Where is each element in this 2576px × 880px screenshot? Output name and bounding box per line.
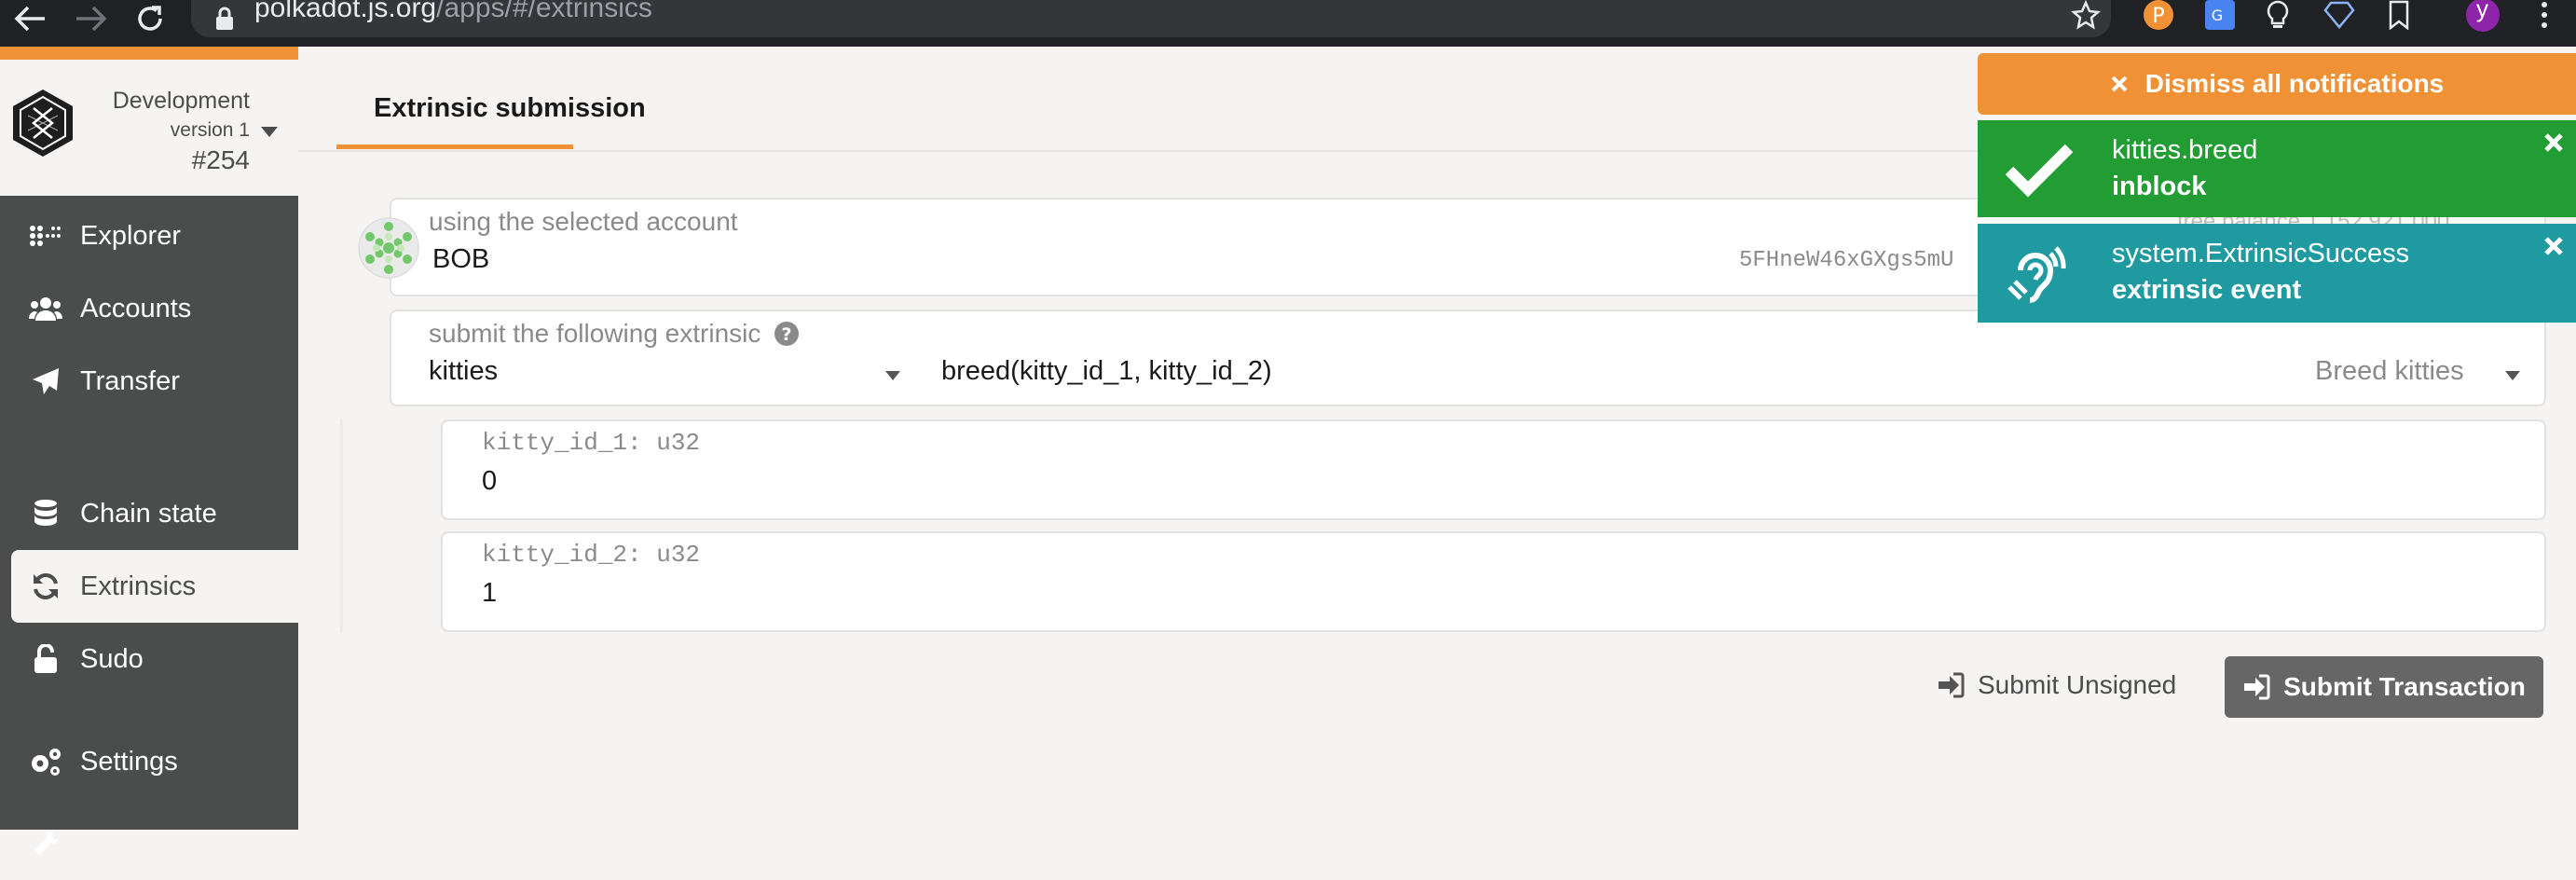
notification-status: extrinsic event: [2112, 275, 2302, 305]
chevron-down-icon: [2505, 371, 2520, 380]
sidebar-item-label: Explorer: [80, 220, 181, 251]
profile-initial: y: [2476, 0, 2488, 22]
notification-extrinsic-success: system.ExtrinsicSuccess extrinsic event: [1978, 224, 2576, 323]
cogs-icon: [26, 742, 65, 781]
sidebar-item-sudo[interactable]: Sudo: [11, 623, 298, 695]
sidebar-item-label: Settings: [80, 746, 178, 777]
svg-text:P: P: [2152, 5, 2164, 28]
param-kitty-id-1[interactable]: kitty_id_1: u32 0: [441, 419, 2546, 520]
polkadot-logo-icon: [7, 88, 80, 160]
sidebar-item-accounts[interactable]: Accounts: [11, 272, 298, 345]
chevron-down-icon: [885, 371, 900, 380]
paper-plane-icon: [26, 362, 65, 401]
account-address: 5FHneW46xGXgs5mU: [1739, 248, 1954, 273]
check-icon: [2004, 135, 2075, 206]
chain-version: version 1: [170, 119, 250, 141]
param-label: kitty_id_2: u32: [482, 541, 701, 569]
sidebar-item-label: Transfer: [80, 365, 180, 396]
call-description: Breed kitties: [2315, 356, 2464, 386]
sidebar-accent-stripe: [0, 47, 298, 60]
reload-icon[interactable]: [134, 0, 166, 37]
unlock-icon: [26, 639, 65, 679]
bookmark-star-icon[interactable]: [2069, 0, 2103, 32]
help-icon[interactable]: ?: [774, 321, 800, 351]
notification-kitties-breed: kitties.breed inblock: [1978, 120, 2576, 217]
extrinsic-selector: submit the following extrinsic ? kitties…: [390, 309, 2546, 406]
call-value: breed(kitty_id_1, kitty_id_2): [941, 356, 1272, 386]
browser-toolbar: polkadot.js.org/apps/#/extrinsics P G y: [0, 0, 2576, 47]
bookmark-extension-icon[interactable]: [2382, 0, 2416, 32]
close-icon[interactable]: [2542, 131, 2570, 159]
param-value: 1: [482, 578, 498, 608]
module-value: kitties: [429, 356, 499, 386]
sidebar: Development version 1 #254 Explorer Acco…: [0, 47, 298, 855]
param-kitty-id-2[interactable]: kitty_id_2: u32 1: [441, 531, 2546, 632]
param-value: 0: [482, 466, 498, 496]
submit-transaction-button[interactable]: Submit Transaction: [2225, 656, 2543, 718]
users-icon: [26, 289, 65, 328]
lock-icon: [214, 0, 235, 37]
account-name: BOB: [432, 244, 490, 274]
sidebar-item-label: Chain state: [80, 498, 217, 529]
explorer-icon: [26, 216, 65, 255]
sign-in-icon: [2242, 674, 2270, 700]
chain-selector[interactable]: Development version 1 #254: [0, 60, 298, 196]
sidebar-item-partial[interactable]: [11, 807, 298, 880]
chain-name: Development: [112, 88, 250, 114]
lightbulb-extension-icon[interactable]: [2261, 0, 2295, 32]
dismiss-all-notifications-button[interactable]: Dismiss all notifications: [1978, 53, 2576, 115]
assistive-listening-icon: [2004, 239, 2075, 309]
sync-icon: [26, 567, 65, 606]
sidebar-item-chain-state[interactable]: Chain state: [11, 477, 298, 550]
notification-title: system.ExtrinsicSuccess: [2112, 239, 2410, 268]
submit-transaction-label: Submit Transaction: [2283, 672, 2526, 701]
param-label: kitty_id_1: u32: [482, 429, 701, 457]
sidebar-item-explorer[interactable]: Explorer: [11, 199, 298, 272]
sidebar-item-settings[interactable]: Settings: [11, 725, 298, 798]
extrinsic-label: submit the following extrinsic: [429, 319, 761, 348]
params-indent-bar: [340, 419, 343, 633]
svg-text:?: ?: [781, 324, 791, 345]
tab-extrinsic-submission[interactable]: Extrinsic submission: [374, 93, 646, 124]
dismiss-all-label: Dismiss all notifications: [2144, 69, 2445, 98]
toolbox-icon: [26, 824, 65, 863]
sidebar-item-extrinsics[interactable]: Extrinsics: [11, 550, 298, 623]
close-icon: [2110, 75, 2129, 93]
submit-unsigned-button[interactable]: Submit Unsigned: [1937, 654, 2188, 716]
notification-title: kitties.breed: [2112, 135, 2258, 165]
submit-unsigned-label: Submit Unsigned: [1978, 670, 2177, 699]
url-text: polkadot.js.org/apps/#/extrinsics: [254, 0, 652, 23]
module-dropdown[interactable]: kitties: [391, 351, 913, 403]
chevron-down-icon[interactable]: [261, 127, 278, 137]
diamond-extension-icon[interactable]: [2323, 0, 2356, 32]
sidebar-item-label: Sudo: [80, 643, 144, 674]
polkadot-extension-icon[interactable]: P: [2142, 0, 2175, 32]
sidebar-item-transfer[interactable]: Transfer: [11, 345, 298, 418]
svg-text:G: G: [2212, 7, 2223, 24]
browser-menu-icon[interactable]: [2528, 0, 2561, 32]
forward-icon[interactable]: [75, 0, 108, 37]
sign-in-icon: [1937, 672, 1965, 698]
database-icon: [26, 494, 65, 533]
account-identicon: [358, 217, 419, 279]
notification-status: inblock: [2112, 172, 2207, 201]
back-icon[interactable]: [13, 0, 47, 37]
sidebar-item-label: Accounts: [80, 293, 192, 323]
active-tab-underline: [336, 144, 573, 149]
translate-extension-icon[interactable]: G: [2203, 0, 2237, 32]
account-label: using the selected account: [429, 207, 738, 236]
sidebar-item-label: Extrinsics: [80, 571, 197, 601]
call-dropdown[interactable]: breed(kitty_id_1, kitty_id_2) Breed kitt…: [941, 351, 2541, 403]
close-icon[interactable]: [2542, 235, 2570, 263]
best-block-number: #254: [191, 145, 250, 174]
